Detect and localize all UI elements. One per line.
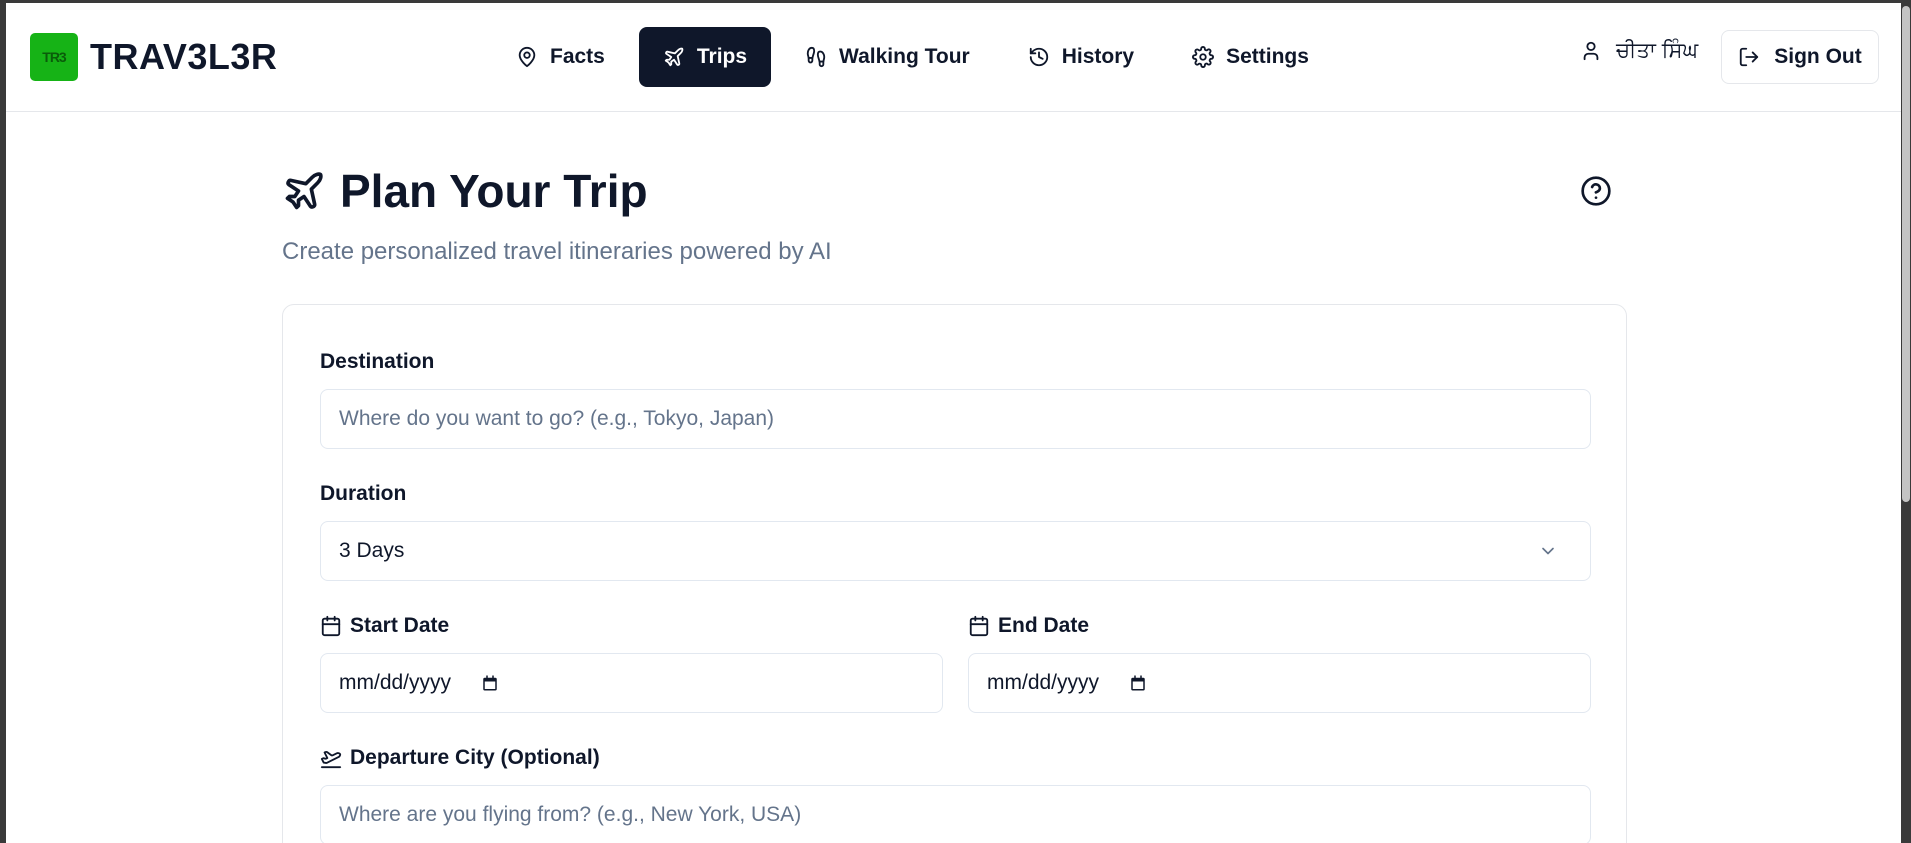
destination-label: Destination [320,350,435,373]
calendar-icon [969,615,989,637]
main-nav: Facts Trips Walking Tour History Setting… [492,27,1343,87]
start-date-label: Start Date [320,614,449,638]
page-title: Plan Your Trip [340,165,648,217]
plane-icon [285,172,323,210]
nav-item-walking-tour[interactable]: Walking Tour [781,27,994,87]
start-date-label-text: Start Date [350,614,450,637]
plane-icon [664,47,684,67]
page-header: Plan Your Trip [282,164,648,218]
map-pin-icon [518,46,536,68]
footprints-icon [806,46,826,68]
departure-label: Departure City (Optional) [320,746,600,770]
chevron-down-icon [1542,547,1554,555]
calendar-picker-icon[interactable] [1129,674,1147,692]
duration-selected-value: 3 Days [339,539,405,562]
brand-logo: TR3 [30,33,78,81]
scrollbar-track[interactable] [1901,0,1911,843]
brand[interactable]: TR3 TRAV3L3R [30,33,277,81]
end-date-input[interactable]: mm/dd/yyyy [968,653,1591,713]
departure-label-text: Departure City (Optional) [350,746,600,769]
nav-item-label: Facts [550,45,605,68]
end-date-label: End Date [968,614,1089,638]
page-subtitle: Create personalized travel itineraries p… [282,238,832,265]
duration-select[interactable]: 3 Days [320,521,1591,581]
scrollbar-thumb[interactable] [1902,6,1910,502]
help-circle-icon [1581,176,1611,206]
destination-input[interactable] [320,389,1591,449]
start-date-input[interactable]: mm/dd/yyyy [320,653,943,713]
nav-item-facts[interactable]: Facts [492,27,629,87]
duration-label: Duration [320,482,407,505]
user-name: ਚੀਤਾ ਸਿੰਘ [1616,39,1699,62]
nav-item-label: History [1061,45,1135,68]
user-icon [1583,41,1599,61]
sign-out-button[interactable]: Sign Out [1721,30,1879,84]
end-date-placeholder: mm/dd/yyyy [987,671,1100,694]
nav-item-label: Settings [1226,45,1309,68]
window-frame-left [0,0,6,843]
gear-icon [1192,46,1215,68]
end-date-label-text: End Date [998,614,1090,637]
nav-item-history[interactable]: History [1004,27,1158,87]
history-icon [1029,47,1048,67]
top-navbar: TR3 TRAV3L3R Facts Trips Walking Tour Hi… [6,3,1901,112]
help-button[interactable] [1580,175,1612,212]
calendar-icon [321,615,341,637]
calendar-picker-icon[interactable] [481,674,499,692]
nav-item-trips[interactable]: Trips [638,27,772,87]
nav-item-settings[interactable]: Settings [1168,27,1333,87]
sign-out-label: Sign Out [1774,45,1862,68]
departure-city-input[interactable] [320,785,1591,843]
start-date-placeholder: mm/dd/yyyy [339,671,452,694]
brand-name: TRAV3L3R [90,36,278,77]
user-profile[interactable]: ਚੀਤਾ ਸਿੰਘ [1580,39,1698,63]
nav-item-label: Walking Tour [839,45,970,68]
trip-form-card: Destination Duration 3 Days Start Date m… [282,304,1627,843]
logout-icon [1740,47,1759,67]
plane-takeoff-icon [320,750,342,769]
nav-item-label: Trips [696,45,748,68]
